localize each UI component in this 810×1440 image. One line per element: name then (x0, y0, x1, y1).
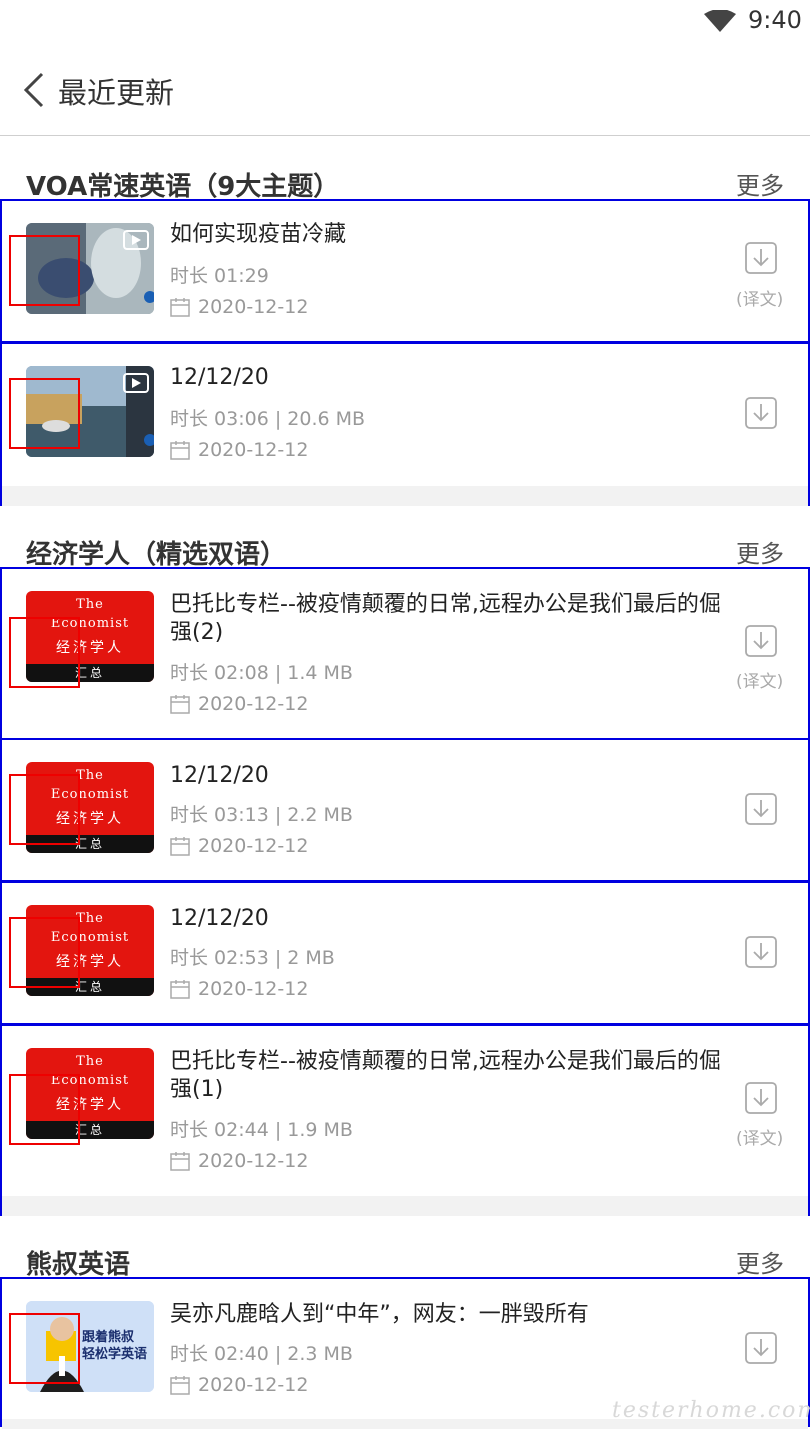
calendar-icon (170, 837, 190, 856)
item-title: 巴托比专栏--被疫情颠覆的日常,远程办公是我们最后的倔强(1) (170, 1049, 721, 1102)
watermark: testerhome.com (612, 1398, 810, 1423)
item-date: 2020-12-12 (198, 296, 309, 318)
item-date: 2020-12-12 (198, 1150, 309, 1172)
calendar-icon (170, 1376, 190, 1395)
item-title: 如何实现疫苗冷藏 (170, 222, 347, 247)
marker-box (9, 617, 80, 688)
item-title: 巴托比专栏--被疫情颠覆的日常,远程办公是我们最后的倔强(2) (170, 592, 721, 645)
marker-box (9, 1313, 80, 1384)
page-title: 最近更新 (58, 76, 175, 110)
thumb-text: The (76, 1054, 104, 1069)
list-item[interactable]: The Economist 经济学人 汇总 12/12/20 时长 02:53 … (0, 881, 810, 1025)
download-icon[interactable] (744, 1081, 778, 1115)
item-date: 2020-12-12 (198, 693, 309, 715)
item-date: 2020-12-12 (198, 978, 309, 1000)
status-bar: 9:40 (0, 0, 810, 44)
wifi-icon (704, 10, 736, 32)
item-duration: 时长 02:08 | 1.4 MB (170, 662, 353, 684)
calendar-icon (170, 441, 190, 460)
item-duration: 时长 03:06 | 20.6 MB (170, 408, 366, 430)
download-icon[interactable] (744, 624, 778, 658)
chevron-left-icon[interactable] (20, 70, 48, 110)
list-item[interactable]: The Economist 经济学人 汇总 巴托比专栏--被疫情颠覆的日常,远程… (0, 1024, 810, 1216)
more-link[interactable]: 更多 (736, 534, 784, 569)
more-link[interactable]: 更多 (736, 166, 784, 201)
marker-box (9, 917, 80, 988)
divider (2, 486, 808, 506)
download-icon[interactable] (744, 396, 778, 430)
translation-label[interactable]: (译文) (736, 285, 783, 310)
calendar-icon (170, 695, 190, 714)
item-date-row: 2020-12-12 (170, 1150, 308, 1172)
item-duration: 时长 02:40 | 2.3 MB (170, 1343, 353, 1365)
item-duration: 时长 02:44 | 1.9 MB (170, 1119, 353, 1141)
translation-label[interactable]: (译文) (736, 667, 783, 692)
item-date-row: 2020-12-12 (170, 835, 308, 857)
item-title: 12/12/20 (170, 365, 269, 390)
calendar-icon (170, 980, 190, 999)
translation-label[interactable]: (译文) (736, 1124, 783, 1149)
section-title: 熊叔英语 (26, 1250, 131, 1280)
item-date-row: 2020-12-12 (170, 296, 308, 318)
item-duration: 时长 02:53 | 2 MB (170, 947, 335, 969)
item-date-row: 2020-12-12 (170, 439, 308, 461)
more-link[interactable]: 更多 (736, 1244, 784, 1279)
thumb-text: The (76, 597, 104, 612)
marker-box (9, 235, 80, 306)
marker-box (9, 378, 80, 449)
download-icon[interactable] (744, 792, 778, 826)
item-title: 12/12/20 (170, 763, 269, 788)
list-item[interactable]: 如何实现疫苗冷藏 时长 01:29 2020-12-12 (译文) (0, 199, 810, 343)
divider (2, 1196, 808, 1216)
status-time: 9:40 (748, 6, 802, 34)
thumb-text: 轻松学英语 (82, 1347, 148, 1362)
item-date: 2020-12-12 (198, 439, 309, 461)
item-title: 吴亦凡鹿晗人到“中年”，网友：一胖毁所有 (170, 1302, 589, 1327)
item-date-row: 2020-12-12 (170, 693, 308, 715)
thumb-text: 跟着熊叔 (82, 1330, 135, 1345)
list-item[interactable]: The Economist 经济学人 汇总 12/12/20 时长 03:13 … (0, 738, 810, 882)
item-date-row: 2020-12-12 (170, 1374, 308, 1396)
list-item[interactable]: 12/12/20 时长 03:06 | 20.6 MB 2020-12-12 (0, 342, 810, 506)
marker-box (9, 774, 80, 845)
download-icon[interactable] (744, 935, 778, 969)
calendar-icon (170, 1152, 190, 1171)
section-title: VOA常速英语（9大主题） (26, 172, 340, 202)
calendar-icon (170, 298, 190, 317)
item-duration: 时长 01:29 (170, 265, 269, 287)
item-date-row: 2020-12-12 (170, 978, 308, 1000)
marker-box (9, 1074, 80, 1145)
item-duration: 时长 03:13 | 2.2 MB (170, 804, 353, 826)
download-icon[interactable] (744, 1331, 778, 1365)
download-icon[interactable] (744, 241, 778, 275)
app-bar: 最近更新 (0, 44, 810, 136)
item-date: 2020-12-12 (198, 1374, 309, 1396)
item-title: 12/12/20 (170, 906, 269, 931)
list-item[interactable]: The Economist 经济学人 汇总 巴托比专栏--被疫情颠覆的日常,远程… (0, 567, 810, 740)
item-date: 2020-12-12 (198, 835, 309, 857)
section-title: 经济学人（精选双语） (26, 540, 287, 570)
